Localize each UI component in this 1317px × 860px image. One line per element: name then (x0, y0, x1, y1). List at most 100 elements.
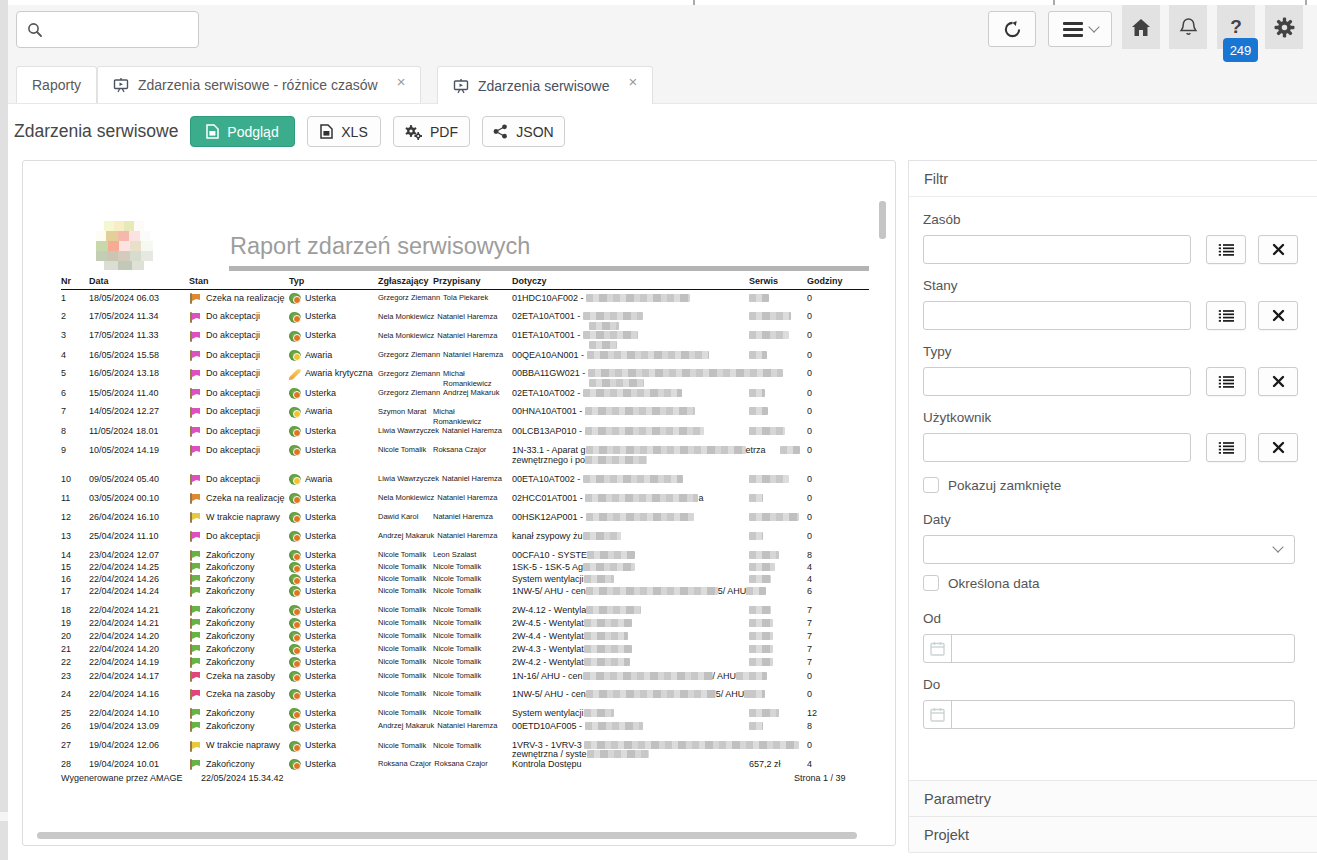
report-row: 1822/04/2024 14.21ZakończonyUsterkaNicol… (61, 605, 869, 618)
filter-list-button[interactable] (1206, 433, 1246, 462)
tab-zdarzenia-roznice[interactable]: Zdarzenia serwisowe - różnice czasów × (97, 66, 421, 103)
filter-clear-button[interactable] (1258, 301, 1298, 330)
filter-list-button[interactable] (1206, 301, 1246, 330)
close-icon[interactable]: × (629, 73, 638, 90)
redacted-text (587, 351, 709, 359)
redacted-text (587, 551, 635, 559)
report-cell: 3 (61, 331, 89, 341)
status-flag-icon (189, 369, 201, 380)
filter-clear-button[interactable] (1258, 433, 1298, 462)
preview-button[interactable]: Podgląd (190, 116, 295, 147)
search-input[interactable] (16, 11, 199, 48)
report-row: 1722/04/2024 14.24ZakończonyUsterkaNicol… (61, 586, 869, 605)
calendar-icon[interactable] (924, 635, 952, 662)
close-icon[interactable]: × (397, 73, 406, 90)
status-flag-icon (189, 618, 201, 629)
report-row: 1103/05/2024 00.10Czeka na realizacjęUst… (61, 493, 869, 512)
xls-button[interactable]: XLS (307, 116, 381, 147)
notifications-button[interactable] (1169, 5, 1207, 49)
event-type-icon (289, 550, 301, 561)
event-type-icon (289, 586, 301, 597)
redacted-text (589, 322, 619, 330)
report-cell: Nicole TomalikNicole Tomalik (378, 741, 512, 750)
redacted-text (749, 407, 768, 415)
filter-list-button[interactable] (1206, 367, 1246, 396)
home-button[interactable] (1122, 5, 1160, 49)
report-vertical-scrollbar[interactable] (879, 201, 886, 239)
report-cell: 7 (61, 407, 89, 417)
to-date-input[interactable] (923, 700, 1295, 729)
tab-raporty[interactable]: Raporty (16, 66, 97, 103)
report-cell (749, 512, 807, 522)
filter-field-input[interactable] (923, 433, 1191, 462)
status-flag-icon (189, 759, 201, 770)
report-cell: Usterka (289, 708, 378, 719)
report-cell: 7 (807, 618, 869, 628)
report-cell (749, 550, 807, 560)
redacted-text (587, 750, 649, 758)
section-parametry[interactable]: Parametry (909, 780, 1317, 816)
page-scrollbar[interactable] (0, 0, 8, 860)
report-preview-panel: Raport zdarzeń serwisowych NrDataStanTyp… (22, 160, 896, 846)
report-cell: 10/05/2024 14.19 (89, 445, 189, 455)
redacted-text (586, 606, 641, 614)
report-cell: Do akceptacji (189, 445, 289, 456)
filter-field-input[interactable] (923, 301, 1191, 330)
report-cell: 23 (61, 671, 89, 681)
redacted-text (749, 427, 785, 435)
section-projekt[interactable]: Projekt (909, 816, 1317, 852)
report-cell (749, 493, 807, 503)
filter-clear-button[interactable] (1258, 367, 1298, 396)
chevron-down-icon (1272, 541, 1283, 552)
settings-button[interactable] (1265, 5, 1303, 49)
report-cell: 20 (61, 631, 89, 641)
report-cell: Nela MonkiewiczNataniel Haremza (378, 493, 512, 503)
from-date-input[interactable] (923, 634, 1295, 663)
pdf-button[interactable]: PDF (393, 116, 470, 147)
show-closed-row[interactable]: Pokazuj zamknięte (923, 477, 1061, 493)
filter-field-label: Zasób (923, 212, 961, 227)
filter-list-button[interactable] (1206, 235, 1246, 264)
tab-zdarzenia-serwisowe[interactable]: Zdarzenia serwisowe × (437, 66, 653, 104)
refresh-button[interactable] (988, 11, 1036, 47)
specific-date-row[interactable]: Określona data (923, 575, 1040, 591)
report-cell: 0 (807, 741, 869, 750)
report-cell: 1 (61, 293, 89, 303)
menu-button[interactable] (1048, 11, 1112, 47)
report-cell (749, 644, 807, 654)
show-closed-checkbox[interactable] (923, 477, 939, 493)
specific-date-checkbox[interactable] (923, 575, 939, 591)
filter-field-input[interactable] (923, 235, 1191, 264)
report-generated-by: Wygenerowane przez AMAGE (61, 773, 201, 783)
report-cell: 4 (807, 574, 869, 584)
report-table: NrDataStanTypZgłaszającyPrzypisanyDotycz… (61, 276, 869, 783)
report-row: 2022/04/2024 14.20ZakończonyUsterkaNicol… (61, 631, 869, 644)
report-horizontal-scrollbar[interactable] (37, 832, 857, 839)
event-type-icon (289, 445, 301, 456)
dates-select[interactable] (923, 535, 1295, 564)
report-cell: Zakończony (189, 574, 289, 585)
filter-clear-button[interactable] (1258, 235, 1298, 264)
report-cell: 16 (61, 574, 89, 584)
report-cell (749, 605, 807, 615)
report-cell (749, 531, 807, 541)
report-cell: Awaria krytyczna (289, 369, 378, 380)
page-scrollbar-thumb[interactable] (0, 0, 8, 812)
report-cell: 2W-4.2 - Wentylat (512, 657, 749, 667)
report-cell (749, 445, 807, 455)
json-button[interactable]: JSON (482, 116, 565, 147)
status-flag-icon (189, 657, 201, 668)
filter-field-input[interactable] (923, 367, 1191, 396)
report-cell: System wentylacji (512, 708, 749, 718)
redacted-text (780, 446, 800, 454)
report-cell: Grzegorz ZiemannTola Piekarek (378, 293, 512, 303)
report-cell: Do akceptacji (189, 426, 289, 437)
report-cell: Zakończony (189, 759, 289, 770)
report-cell: Zakończony (189, 631, 289, 642)
report-cell: Nicole TomalikNicole Tomalik (378, 562, 512, 572)
report-cell: Andrzej MakarukNataniel Haremza (378, 721, 512, 731)
event-type-icon (289, 369, 301, 380)
calendar-icon[interactable] (924, 701, 952, 728)
report-cell: Nicole TomalikNicole Tomalik (378, 631, 512, 641)
report-cell: 0 (807, 474, 869, 484)
